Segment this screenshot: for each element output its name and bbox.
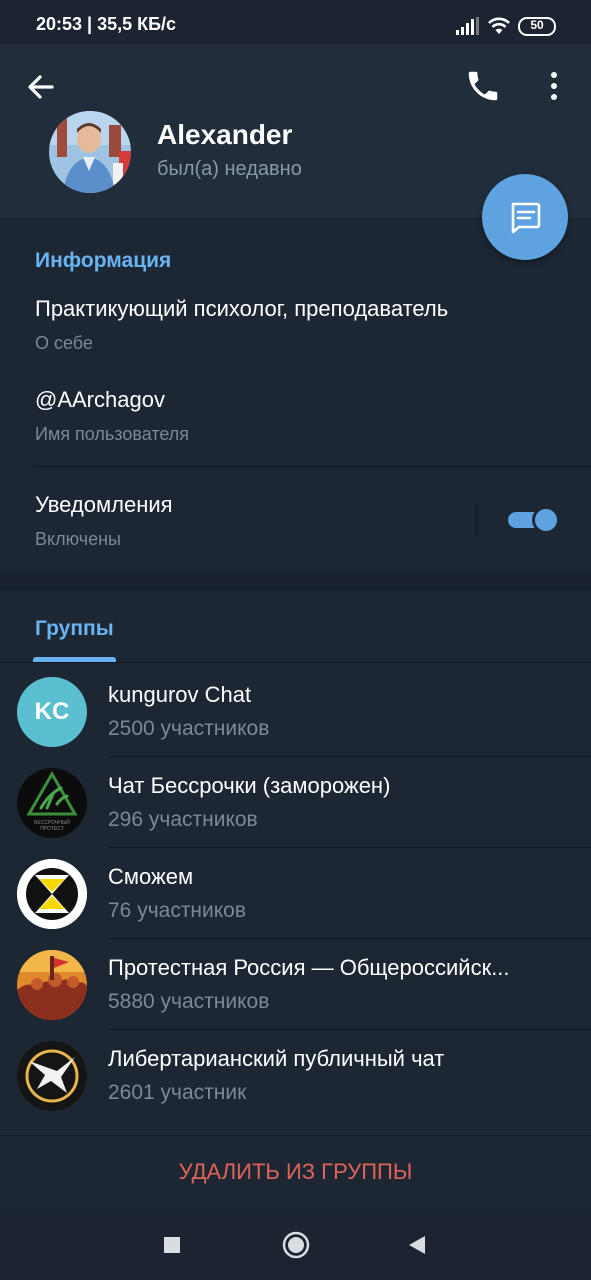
tab-groups[interactable]: Группы [35,617,114,641]
group-members: 296 участников [108,808,258,831]
profile-name: Alexander [157,119,293,150]
triangle-back-icon[interactable] [405,1233,429,1257]
username-text: @AArchagov [35,387,165,412]
status-time-speed: 20:53 | 35,5 КБ/с [36,14,177,34]
group-avatar [17,859,87,929]
tab-divider [0,662,591,663]
profile-last-seen: был(а) недавно [157,158,302,180]
group-members: 76 участников [108,899,247,922]
more-vertical-icon[interactable] [542,67,566,105]
group-avatar [17,950,87,1020]
group-title: kungurov Chat [108,682,252,707]
notifications-state: Включены [35,529,121,549]
group-members: 2601 участник [108,1081,247,1104]
bio-text: Практикующий психолог, преподаватель [35,296,449,321]
remove-from-group-label: УДАЛИТЬ ИЗ ГРУППЫ [178,1159,413,1184]
group-title: Чат Бессрочки (заморожен) [108,773,391,798]
signal-icon [456,17,479,35]
group-members: 2500 участников [108,717,270,740]
username-label: Имя пользователя [35,424,190,444]
send-message-button[interactable] [482,174,568,260]
group-row-libertarian[interactable] [0,1030,591,1120]
bessrochka-logo-text: БЕССРОЧНЫЙ ПРОТЕСТ [34,820,70,832]
smozhem-logo [17,859,87,929]
message-icon [511,202,541,234]
bio-label: О себе [35,333,93,353]
group-row-protest-russia[interactable] [0,939,591,1029]
toggle-knob [532,506,560,534]
arrow-left-icon[interactable] [22,68,60,106]
group-row-kungurov[interactable] [0,665,591,755]
libertarian-logo [17,1041,87,1111]
group-title: Сможем [108,864,194,889]
divider [33,466,591,467]
phone-icon[interactable] [464,67,502,105]
group-avatar-initials: KC [34,698,70,725]
battery-icon: 50 [518,17,556,36]
notifications-row[interactable] [0,470,476,570]
notifications-toggle[interactable] [508,506,560,534]
square-icon[interactable] [162,1235,182,1255]
info-section-title: Информация [35,249,172,272]
battery-level: 50 [530,18,544,32]
group-row-smozhem[interactable] [0,848,591,938]
wifi-icon [488,17,510,34]
group-row-bessrochka[interactable] [0,757,591,847]
toggle-separator [476,503,477,537]
profile-photo [49,111,131,193]
group-avatar: KC [17,677,87,747]
group-members: 5880 участников [108,990,270,1013]
group-avatar [17,1041,87,1111]
group-title: Протестная Россия — Общероссийск... [108,955,510,980]
group-avatar: БЕССРОЧНЫЙ ПРОТЕСТ [17,768,87,838]
circle-icon[interactable] [281,1230,311,1260]
profile-avatar[interactable] [49,111,131,193]
group-title: Либертарианский публичный чат [108,1046,445,1071]
notifications-title: Уведомления [35,492,173,517]
protest-russia-logo [17,950,87,1020]
